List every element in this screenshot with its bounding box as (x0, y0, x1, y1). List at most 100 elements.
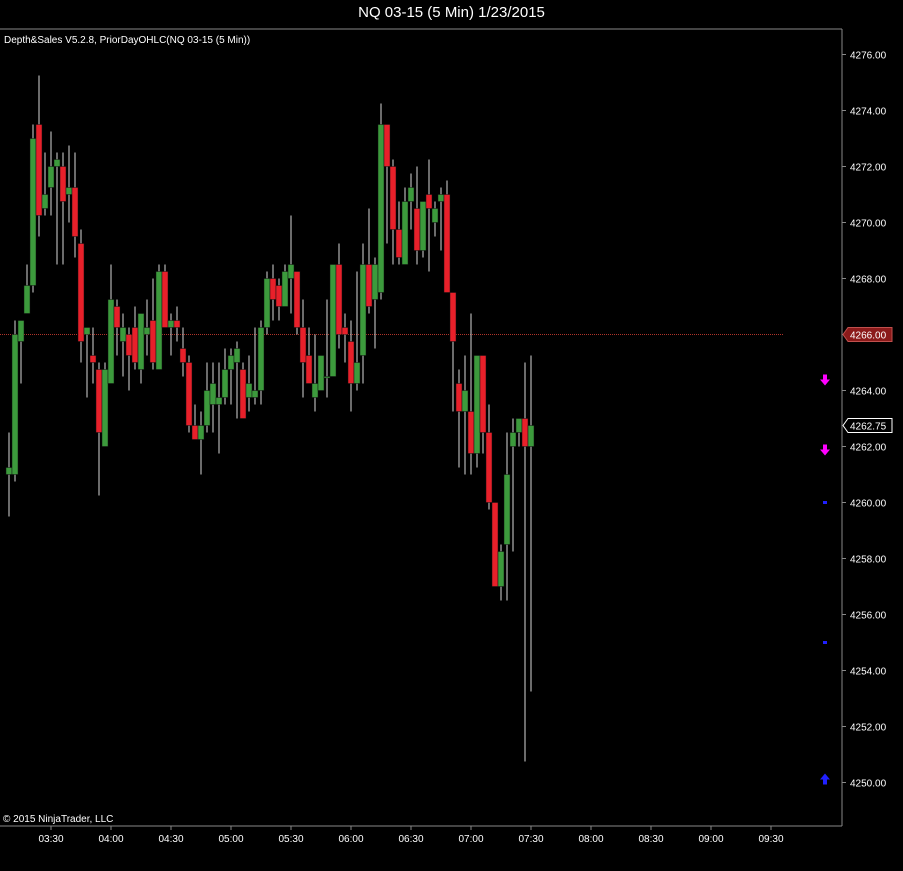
candle-body-up (221, 369, 229, 398)
candle-body-up (431, 208, 439, 223)
candle-body-down (347, 341, 355, 384)
candle-body-up (527, 425, 535, 447)
candle-body-up (47, 166, 55, 188)
candle-body-up (407, 187, 415, 202)
candle-body-up (263, 278, 271, 328)
copyright-label: © 2015 NinjaTrader, LLC (3, 814, 113, 825)
candle-body-down (269, 278, 277, 300)
y-tick-label: 4250.00 (850, 779, 887, 790)
candle-body-up (359, 264, 367, 356)
candle-body-down (449, 292, 457, 342)
candle-body-down (443, 194, 451, 293)
candle-body-up (167, 320, 175, 328)
candle-body-down (131, 327, 139, 363)
candle-body-up (497, 551, 505, 587)
candle-body-down (275, 285, 283, 307)
candle-body-up (41, 194, 49, 209)
candle-body-up (473, 355, 481, 454)
candle-body-down (365, 264, 373, 307)
candle-body-up (323, 376, 331, 379)
x-tick-label: 09:00 (698, 834, 723, 845)
candle-body-up (257, 327, 265, 391)
x-axis: 03:30 04:00 04:30 05:00 05:30 06:00 06:30 07:00… (38, 826, 784, 845)
markers-layer (820, 374, 830, 785)
candle-body-up (11, 334, 19, 475)
candle-body-up (371, 264, 379, 300)
candle-body-up (29, 138, 37, 286)
candle-body-down (149, 320, 157, 363)
y-tick-label: 4272.00 (850, 163, 887, 174)
candle-body-down (95, 369, 103, 433)
candle-body-down (425, 194, 433, 209)
candle-body-down (335, 264, 343, 335)
candles-layer (5, 75, 535, 762)
candle-body-up (23, 285, 31, 314)
candle-body-up (143, 327, 151, 335)
candle-body-up (401, 201, 409, 265)
y-tick-label: 4258.00 (850, 555, 887, 566)
x-tick-label: 04:30 (158, 834, 183, 845)
x-tick-label: 06:00 (338, 834, 363, 845)
candle-body-up (437, 194, 445, 202)
x-tick-label: 07:00 (458, 834, 483, 845)
candle-body-down (395, 229, 403, 258)
candle-body-up (419, 201, 427, 251)
candle-body-down (299, 327, 307, 363)
candle-body-up (101, 369, 109, 447)
candle-body-up (515, 418, 523, 433)
candle-body-up (251, 390, 259, 398)
sell-arrow-icon (820, 444, 830, 456)
x-tick-label: 05:30 (278, 834, 303, 845)
candle-body-up (377, 124, 385, 293)
candle-body-up (215, 397, 223, 405)
x-tick-label: 09:30 (758, 834, 783, 845)
candle-body-up (119, 327, 127, 342)
y-tick-label: 4264.00 (850, 387, 887, 398)
sell-arrow-icon (820, 374, 830, 386)
candle-body-down (455, 383, 463, 412)
x-tick-label: 06:30 (398, 834, 423, 845)
candle-body-up (509, 432, 517, 447)
candle-body-up (287, 264, 295, 279)
candle-body-up (83, 327, 91, 335)
candle-body-up (155, 271, 163, 370)
candle-body-down (173, 320, 181, 328)
candle-body-up (329, 264, 337, 377)
signal-dash (823, 641, 827, 644)
candle-body-down (467, 411, 475, 454)
price-badges: 4266.00 4262.75 (842, 327, 893, 433)
candle-body-down (293, 271, 301, 328)
y-tick-label: 4262.00 (850, 443, 887, 454)
y-tick-label: 4254.00 (850, 667, 887, 678)
candle-body-up (353, 362, 361, 384)
y-tick-label: 4270.00 (850, 219, 887, 230)
candle-body-up (317, 355, 325, 391)
x-tick-label: 08:30 (638, 834, 663, 845)
candle-body-down (125, 334, 133, 356)
candle-body-down (383, 124, 391, 167)
candle-body-down (479, 355, 487, 433)
candle-body-down (71, 187, 79, 237)
candle-body-down (59, 166, 67, 202)
candle-body-down (389, 166, 397, 230)
candle-body-down (239, 369, 247, 419)
x-tick-label: 08:00 (578, 834, 603, 845)
y-tick-label: 4274.00 (850, 107, 887, 118)
candle-body-down (485, 432, 493, 503)
y-tick-label: 4252.00 (850, 723, 887, 734)
indicator-label: Depth&Sales V5.2.8, PriorDayOHLC(NQ 03-1… (4, 35, 250, 46)
candle-body-up (209, 383, 217, 405)
candle-body-down (35, 124, 43, 216)
candle-body-up (197, 425, 205, 440)
last-price-label: 4262.75 (850, 422, 887, 433)
candle-body-up (461, 390, 469, 412)
price-chart[interactable]: Depth&Sales V5.2.8, PriorDayOHLC(NQ 03-1… (0, 0, 903, 871)
y-tick-label: 4268.00 (850, 275, 887, 286)
candle-body-down (179, 348, 187, 363)
candle-body-up (311, 383, 319, 398)
candle-body-down (191, 425, 199, 440)
candle-body-up (5, 467, 13, 475)
candle-body-down (89, 355, 97, 363)
candle-body-up (65, 187, 73, 195)
candle-body-down (521, 418, 529, 447)
